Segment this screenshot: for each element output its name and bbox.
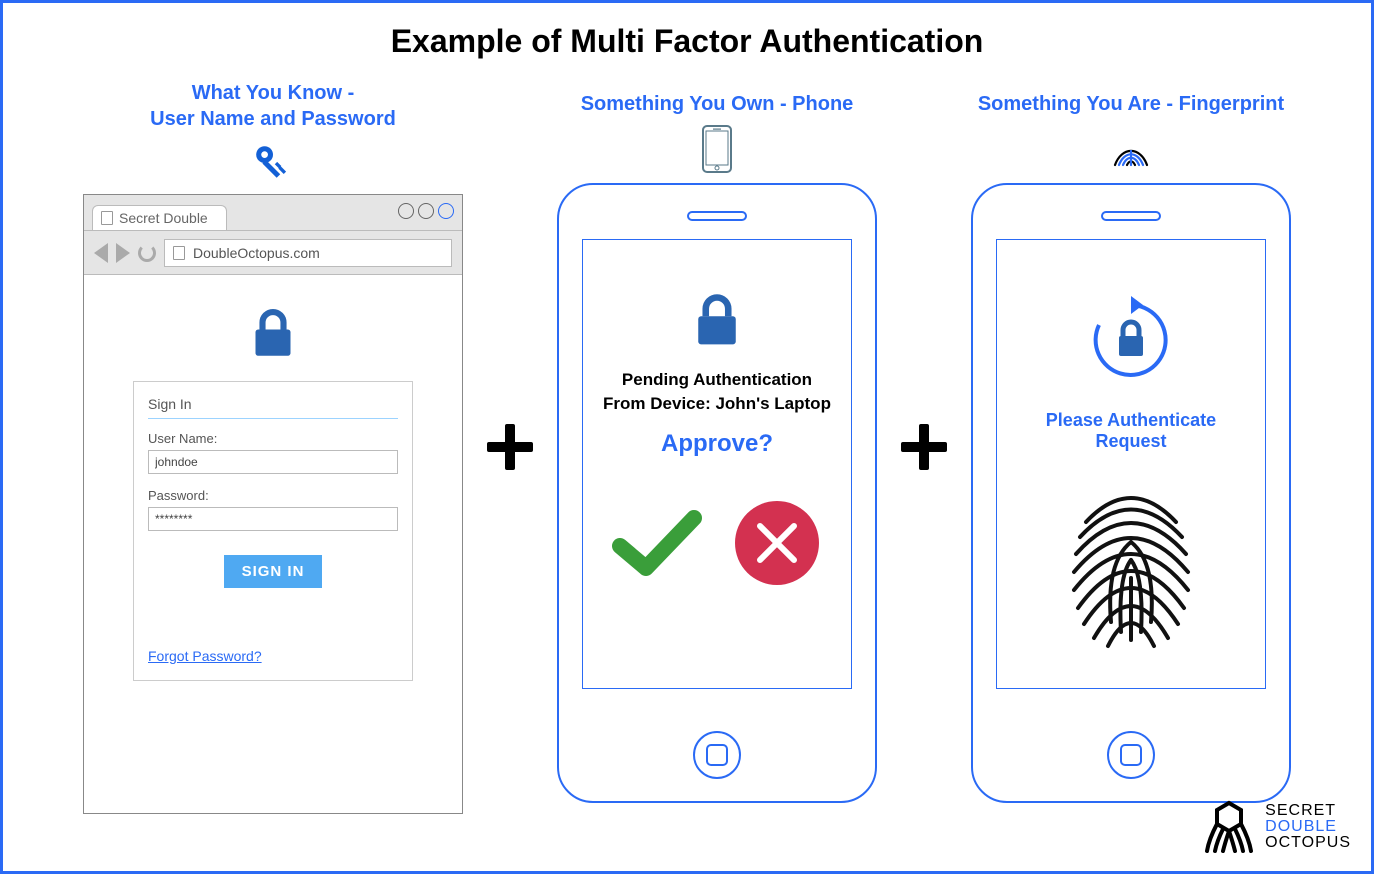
factor3-heading: Something You Are - Fingerprint — [978, 91, 1284, 117]
decision-row — [612, 498, 822, 588]
pending-text: Pending Authentication From Device: John… — [603, 368, 831, 416]
username-label: User Name: — [148, 431, 398, 446]
approve-label: Approve? — [661, 430, 773, 458]
fingerprint-small-icon — [1109, 125, 1153, 173]
forward-icon[interactable] — [116, 243, 130, 263]
brand-line1: SECRET — [1265, 803, 1351, 819]
factor1-heading: What You Know - User Name and Password — [150, 80, 396, 132]
factor1-heading-line2: User Name and Password — [150, 108, 396, 130]
phone-mockup-approve: Pending Authentication From Device: John… — [557, 183, 877, 803]
browser-tabbar: Secret Double — [84, 195, 462, 231]
brand-line2: DOUBLE — [1265, 819, 1351, 835]
phone-screen: Please Authenticate Request — [996, 239, 1266, 689]
browser-window: Secret Double DoubleOctopus.com — [83, 194, 463, 814]
address-bar[interactable]: DoubleOctopus.com — [164, 239, 452, 267]
lock-icon — [245, 305, 301, 361]
octopus-icon — [1203, 799, 1255, 855]
signin-form: Sign In User Name: Password: SIGN IN For… — [133, 381, 413, 681]
page-title: Example of Multi Factor Authentication — [3, 23, 1371, 60]
home-button[interactable] — [1107, 731, 1155, 779]
password-label: Password: — [148, 488, 398, 503]
phone-speaker — [687, 211, 747, 221]
brand-line3: OCTOPUS — [1265, 835, 1351, 851]
home-button[interactable] — [693, 731, 741, 779]
signin-button[interactable]: SIGN IN — [224, 555, 323, 588]
brand-logo: SECRET DOUBLE OCTOPUS — [1203, 799, 1351, 855]
factor-are: Something You Are - Fingerprint — [971, 91, 1291, 803]
factor1-heading-line1: What You Know - — [192, 82, 355, 104]
url-text: DoubleOctopus.com — [193, 245, 320, 261]
factor-own: Something You Own - Phone Pending Authen… — [557, 91, 877, 803]
phone-mockup-fingerprint: Please Authenticate Request — [971, 183, 1291, 803]
document-icon — [101, 211, 113, 225]
phone-screen: Pending Authentication From Device: John… — [582, 239, 852, 689]
window-controls — [398, 203, 454, 219]
brand-text: SECRET DOUBLE OCTOPUS — [1265, 803, 1351, 851]
fingerprint-icon[interactable] — [1056, 482, 1206, 652]
factor2-heading: Something You Own - Phone — [581, 91, 854, 117]
tab-title: Secret Double — [119, 210, 208, 226]
signin-title: Sign In — [148, 396, 398, 419]
pending-line1: Pending Authentication — [622, 370, 812, 389]
window-control-min[interactable] — [398, 203, 414, 219]
document-icon — [173, 246, 185, 260]
phone-icon — [702, 125, 732, 173]
browser-body: Sign In User Name: Password: SIGN IN For… — [84, 275, 462, 701]
username-input[interactable] — [148, 450, 398, 474]
factor-know: What You Know - User Name and Password S… — [83, 80, 463, 814]
browser-toolbar: DoubleOctopus.com — [84, 231, 462, 275]
browser-tab[interactable]: Secret Double — [92, 205, 227, 230]
forgot-password-link[interactable]: Forgot Password? — [148, 648, 262, 664]
approve-check-icon[interactable] — [612, 508, 702, 578]
back-icon[interactable] — [94, 243, 108, 263]
reject-x-icon[interactable] — [732, 498, 822, 588]
window-control-max[interactable] — [418, 203, 434, 219]
phone-speaker — [1101, 211, 1161, 221]
plus-icon — [485, 422, 535, 472]
pending-line2: From Device: John's Laptop — [603, 394, 831, 413]
authenticate-text: Please Authenticate Request — [1013, 410, 1249, 452]
key-icon — [252, 142, 294, 184]
lock-icon — [687, 290, 747, 350]
window-control-close[interactable] — [438, 203, 454, 219]
plus-icon — [899, 422, 949, 472]
factors-row: What You Know - User Name and Password S… — [3, 80, 1371, 814]
password-input[interactable] — [148, 507, 398, 531]
reload-icon[interactable] — [138, 244, 156, 262]
lock-refresh-icon — [1081, 290, 1181, 390]
